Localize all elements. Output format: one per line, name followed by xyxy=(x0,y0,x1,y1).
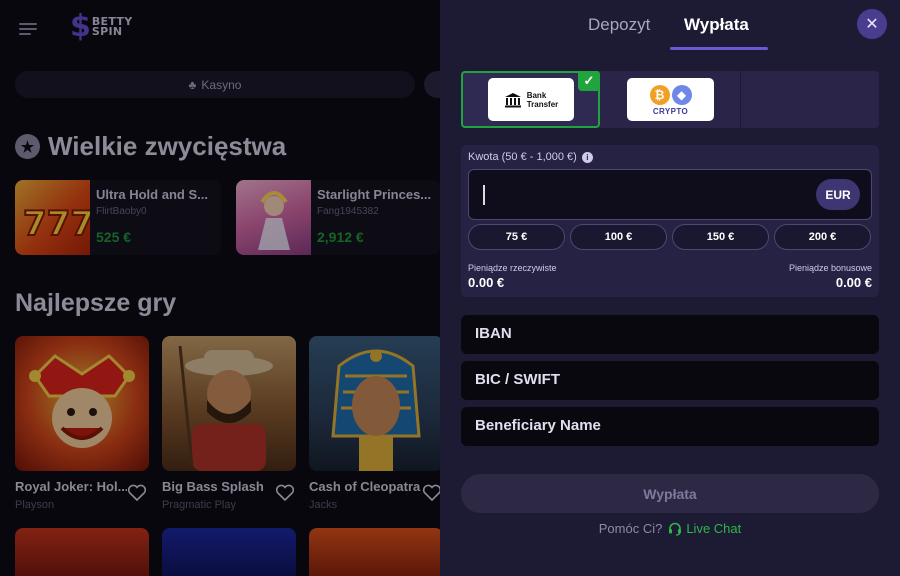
favorite-heart-icon[interactable] xyxy=(422,484,440,502)
currency-selector[interactable]: EUR xyxy=(816,179,860,210)
selected-check-icon: ✓ xyxy=(578,71,600,91)
game-tile[interactable] xyxy=(309,528,440,576)
bank-label-line2: Transfer xyxy=(526,99,559,109)
win-user: FlirtBaoby0 xyxy=(96,206,147,217)
info-icon[interactable]: i xyxy=(581,151,593,163)
iban-field[interactable]: IBAN xyxy=(461,315,879,354)
real-money-value: 0.00 € xyxy=(468,275,505,290)
game-thumbnail xyxy=(236,180,311,255)
real-money-label: Pieniądze rzeczywiste xyxy=(468,263,557,273)
withdraw-button[interactable]: Wypłata xyxy=(461,474,879,513)
method-bank-transfer[interactable]: Bank Transfer ✓ xyxy=(461,71,600,128)
game-tile-big-bass-splash[interactable] xyxy=(162,336,296,471)
win-amount: 2,912 € xyxy=(317,229,364,245)
bonus-money-label: Pieniądze bonusowe xyxy=(788,263,872,273)
big-wins-heading: ★ Wielkie zwycięstwa xyxy=(15,131,286,162)
big-win-card[interactable]: 777 Ultra Hold and S... FlirtBaoby0 525 … xyxy=(15,180,221,255)
ethereum-icon: ◆ xyxy=(671,84,692,105)
best-games-heading: Najlepsze gry xyxy=(15,289,177,317)
beneficiary-name-field[interactable]: Beneficiary Name xyxy=(461,407,879,446)
headset-icon xyxy=(669,522,682,536)
game-tile-royal-joker[interactable] xyxy=(15,336,149,471)
close-button[interactable]: ✕ xyxy=(857,9,887,39)
amount-label: Kwota (50 € - 1,000 €) xyxy=(468,151,577,163)
big-win-card[interactable]: Starlight Princes... Fang1945382 2,912 € xyxy=(236,180,440,255)
bitcoin-icon: ₿ xyxy=(649,84,670,105)
big-wins-title: Wielkie zwycięstwa xyxy=(48,131,287,161)
bank-transfer-logo: Bank Transfer xyxy=(488,78,574,121)
live-chat-link[interactable]: Live Chat xyxy=(668,521,741,536)
svg-text:777: 777 xyxy=(23,204,90,244)
game-provider: Jacks xyxy=(309,499,338,511)
game-provider: Pragmatic Play xyxy=(162,499,236,511)
help-question: Pomóc Ci? xyxy=(598,521,663,536)
win-amount: 525 € xyxy=(96,229,132,245)
text-caret xyxy=(483,185,485,205)
live-chat-label: Live Chat xyxy=(686,521,742,536)
casino-icon: ♣ xyxy=(188,77,197,92)
amount-section: Kwota (50 € - 1,000 €) i EUR 75 € 100 € … xyxy=(461,145,879,297)
win-game-name: Starlight Princes... xyxy=(317,187,432,202)
amount-input[interactable]: EUR xyxy=(468,169,872,220)
game-tile-cash-of-cleopatra[interactable] xyxy=(309,336,440,471)
close-icon: ✕ xyxy=(865,16,879,33)
hamburger-menu-icon[interactable] xyxy=(19,23,37,35)
tab-casino[interactable]: ♣ Kasyno xyxy=(15,71,415,98)
bank-label-line1: Bank xyxy=(526,90,547,100)
withdraw-drawer: Depozyt Wypłata ✕ Bank Transfer ✓ ₿ ◆ CR… xyxy=(440,0,900,576)
favorite-heart-icon[interactable] xyxy=(127,484,147,502)
quick-amount-button[interactable]: 100 € xyxy=(570,224,667,250)
method-crypto[interactable]: ₿ ◆ CRYPTO xyxy=(627,78,714,121)
logo[interactable]: $ BETTY SPIN xyxy=(70,12,133,42)
tab-deposit[interactable]: Depozyt xyxy=(588,15,650,35)
game-tile[interactable] xyxy=(15,528,149,576)
quick-amount-button[interactable]: 200 € xyxy=(774,224,871,250)
quick-amount-button[interactable]: 150 € xyxy=(672,224,769,250)
game-name[interactable]: Big Bass Splash xyxy=(162,479,274,494)
payment-methods: Bank Transfer ✓ ₿ ◆ CRYPTO xyxy=(461,71,879,128)
game-name[interactable]: Royal Joker: Hol... xyxy=(15,479,127,494)
quick-amount-button[interactable]: 75 € xyxy=(468,224,565,250)
game-thumbnail: 777 xyxy=(15,180,95,255)
bic-swift-field[interactable]: BIC / SWIFT xyxy=(461,361,879,400)
favorite-heart-icon[interactable] xyxy=(275,484,295,502)
bank-icon xyxy=(504,92,521,107)
tab-casino-label: Kasyno xyxy=(201,77,242,92)
crypto-label: CRYPTO xyxy=(652,106,689,116)
amount-label-row: Kwota (50 € - 1,000 €) i xyxy=(468,151,593,163)
bonus-money-value: 0.00 € xyxy=(835,275,872,290)
win-user: Fang1945382 xyxy=(317,206,379,217)
casino-background-page: $ BETTY SPIN ♣ Kasyno ★ Wielkie zwycięst… xyxy=(0,0,440,576)
active-tab-indicator xyxy=(670,47,768,50)
game-name[interactable]: Cash of Cleopatra xyxy=(309,479,421,494)
help-row: Pomóc Ci? Live Chat xyxy=(440,521,900,536)
game-provider: Playson xyxy=(15,499,55,511)
logo-line2: SPIN xyxy=(91,25,123,38)
game-tile[interactable] xyxy=(162,528,296,576)
star-icon: ★ xyxy=(15,134,40,159)
logo-mark: $ xyxy=(70,9,91,44)
tab-withdraw[interactable]: Wypłata xyxy=(684,15,749,35)
drawer-tabs: Depozyt Wypłata xyxy=(440,0,900,50)
method-divider xyxy=(740,71,741,128)
win-game-name: Ultra Hold and S... xyxy=(96,187,208,202)
